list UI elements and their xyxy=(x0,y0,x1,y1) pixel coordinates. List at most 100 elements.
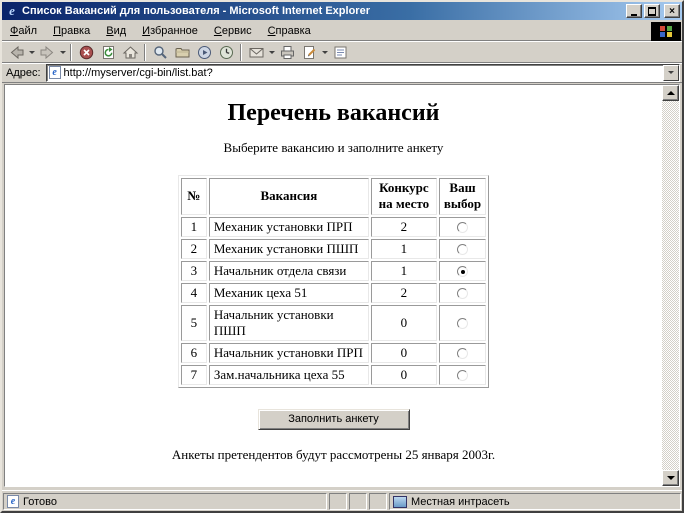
row-competition: 2 xyxy=(370,216,437,237)
table-row: 4 Механик цеха 51 2 xyxy=(180,282,487,303)
row-competition: 0 xyxy=(370,342,437,363)
row-competition: 0 xyxy=(370,304,437,341)
browser-viewport: Перечень вакансий Выберите вакансию и за… xyxy=(4,84,680,487)
status-pane-small xyxy=(349,493,367,510)
address-url: http://myserver/cgi-bin/list.bat? xyxy=(63,66,213,79)
intranet-icon xyxy=(393,495,407,508)
vacancy-radio[interactable] xyxy=(457,244,468,256)
zone-text: Местная интрасеть xyxy=(411,495,510,508)
row-competition: 0 xyxy=(370,364,437,385)
windows-logo-throbber xyxy=(651,22,681,41)
vacancy-radio[interactable] xyxy=(457,288,468,300)
fill-form-button[interactable]: Заполнить анкету xyxy=(257,408,410,430)
header-number: № xyxy=(180,178,207,215)
row-competition: 1 xyxy=(370,260,437,281)
print-button[interactable] xyxy=(276,43,298,62)
search-icon xyxy=(153,45,167,59)
security-zone-pane: Местная интрасеть xyxy=(389,493,681,510)
vertical-scrollbar[interactable] xyxy=(662,85,679,486)
close-button[interactable]: × xyxy=(664,4,680,18)
stop-icon xyxy=(79,45,93,59)
vacancy-radio[interactable] xyxy=(457,370,468,382)
table-row: 3 Начальник отдела связи 1 xyxy=(180,260,487,281)
menu-edit[interactable]: Правка xyxy=(45,23,98,39)
chevron-down-icon xyxy=(28,50,35,54)
edit-button[interactable] xyxy=(298,43,320,62)
media-icon xyxy=(197,45,211,59)
page-subtitle: Выберите вакансию и заполните анкету xyxy=(223,140,444,155)
history-button[interactable] xyxy=(215,43,237,62)
menu-view[interactable]: Вид xyxy=(98,23,134,39)
row-number: 2 xyxy=(180,238,207,259)
refresh-button[interactable] xyxy=(97,43,119,62)
vacancy-radio[interactable] xyxy=(457,318,468,330)
row-competition: 1 xyxy=(370,238,437,259)
back-button[interactable] xyxy=(5,43,27,62)
address-label: Адрес: xyxy=(6,66,41,79)
address-dropdown-button[interactable] xyxy=(663,64,679,81)
header-competition: Конкурс на место xyxy=(370,178,437,215)
scroll-down-button[interactable] xyxy=(662,470,679,486)
mail-dropdown-button[interactable] xyxy=(267,43,276,62)
chevron-down-icon xyxy=(59,50,66,54)
vacancy-radio[interactable] xyxy=(457,222,468,234)
chevron-down-icon xyxy=(268,50,275,54)
scroll-up-button[interactable] xyxy=(662,85,679,101)
browser-window: e Список Вакансий для пользователя - Mic… xyxy=(0,0,684,513)
status-pane: e Готово xyxy=(3,493,327,510)
toolbar-separator xyxy=(144,43,146,61)
status-pane-small xyxy=(329,493,347,510)
mail-icon xyxy=(249,47,263,57)
forward-button[interactable] xyxy=(36,43,58,62)
discuss-icon xyxy=(334,46,346,58)
stop-button[interactable] xyxy=(75,43,97,62)
discuss-button[interactable] xyxy=(329,43,351,62)
menubar: Файл Правка Вид Избранное Сервис Справка xyxy=(2,22,682,41)
mail-button[interactable] xyxy=(245,43,267,62)
search-button[interactable] xyxy=(149,43,171,62)
minimize-button[interactable] xyxy=(626,4,642,18)
addressbar: Адрес: e http://myserver/cgi-bin/list.ba… xyxy=(2,63,682,83)
toolbar-separator xyxy=(240,43,242,61)
row-number: 7 xyxy=(180,364,207,385)
row-number: 6 xyxy=(180,342,207,363)
row-number: 5 xyxy=(180,304,207,341)
chevron-down-icon xyxy=(668,71,674,74)
home-icon xyxy=(122,45,138,58)
row-vacancy: Начальник установки ПШП xyxy=(208,304,369,341)
vacancy-radio[interactable] xyxy=(457,348,468,360)
menu-tools[interactable]: Сервис xyxy=(206,23,260,39)
row-competition: 2 xyxy=(370,282,437,303)
ie-page-icon: e xyxy=(7,495,19,508)
minimize-icon xyxy=(631,13,637,16)
status-text: Готово xyxy=(23,495,57,508)
print-icon xyxy=(280,45,294,59)
page-icon: e xyxy=(48,66,61,79)
row-vacancy: Начальник отдела связи xyxy=(208,260,369,281)
media-button[interactable] xyxy=(193,43,215,62)
menu-favorites[interactable]: Избранное xyxy=(134,23,206,39)
forward-dropdown-button[interactable] xyxy=(58,43,67,62)
vacancy-radio[interactable] xyxy=(457,266,468,278)
edit-dropdown-button[interactable] xyxy=(320,43,329,62)
favorites-button[interactable] xyxy=(171,43,193,62)
row-number: 1 xyxy=(180,216,207,237)
row-number: 4 xyxy=(180,282,207,303)
menu-file[interactable]: Файл xyxy=(2,23,45,39)
address-input[interactable]: e http://myserver/cgi-bin/list.bat? xyxy=(45,63,680,82)
arrow-up-icon xyxy=(666,91,675,95)
row-number: 3 xyxy=(180,260,207,281)
toolbar-separator xyxy=(70,43,72,61)
ie-logo-icon: e xyxy=(9,2,15,18)
refresh-icon xyxy=(102,45,114,59)
table-row: 6 Начальник установки ПРП 0 xyxy=(180,342,487,363)
menu-help[interactable]: Справка xyxy=(260,23,319,39)
edit-icon xyxy=(303,45,315,59)
home-button[interactable] xyxy=(119,43,141,62)
restore-button[interactable] xyxy=(644,4,660,18)
titlebar[interactable]: e Список Вакансий для пользователя - Mic… xyxy=(2,2,682,20)
table-row: 5 Начальник установки ПШП 0 xyxy=(180,304,487,341)
restore-icon xyxy=(648,6,656,16)
arrow-down-icon xyxy=(666,476,675,480)
back-dropdown-button[interactable] xyxy=(27,43,36,62)
